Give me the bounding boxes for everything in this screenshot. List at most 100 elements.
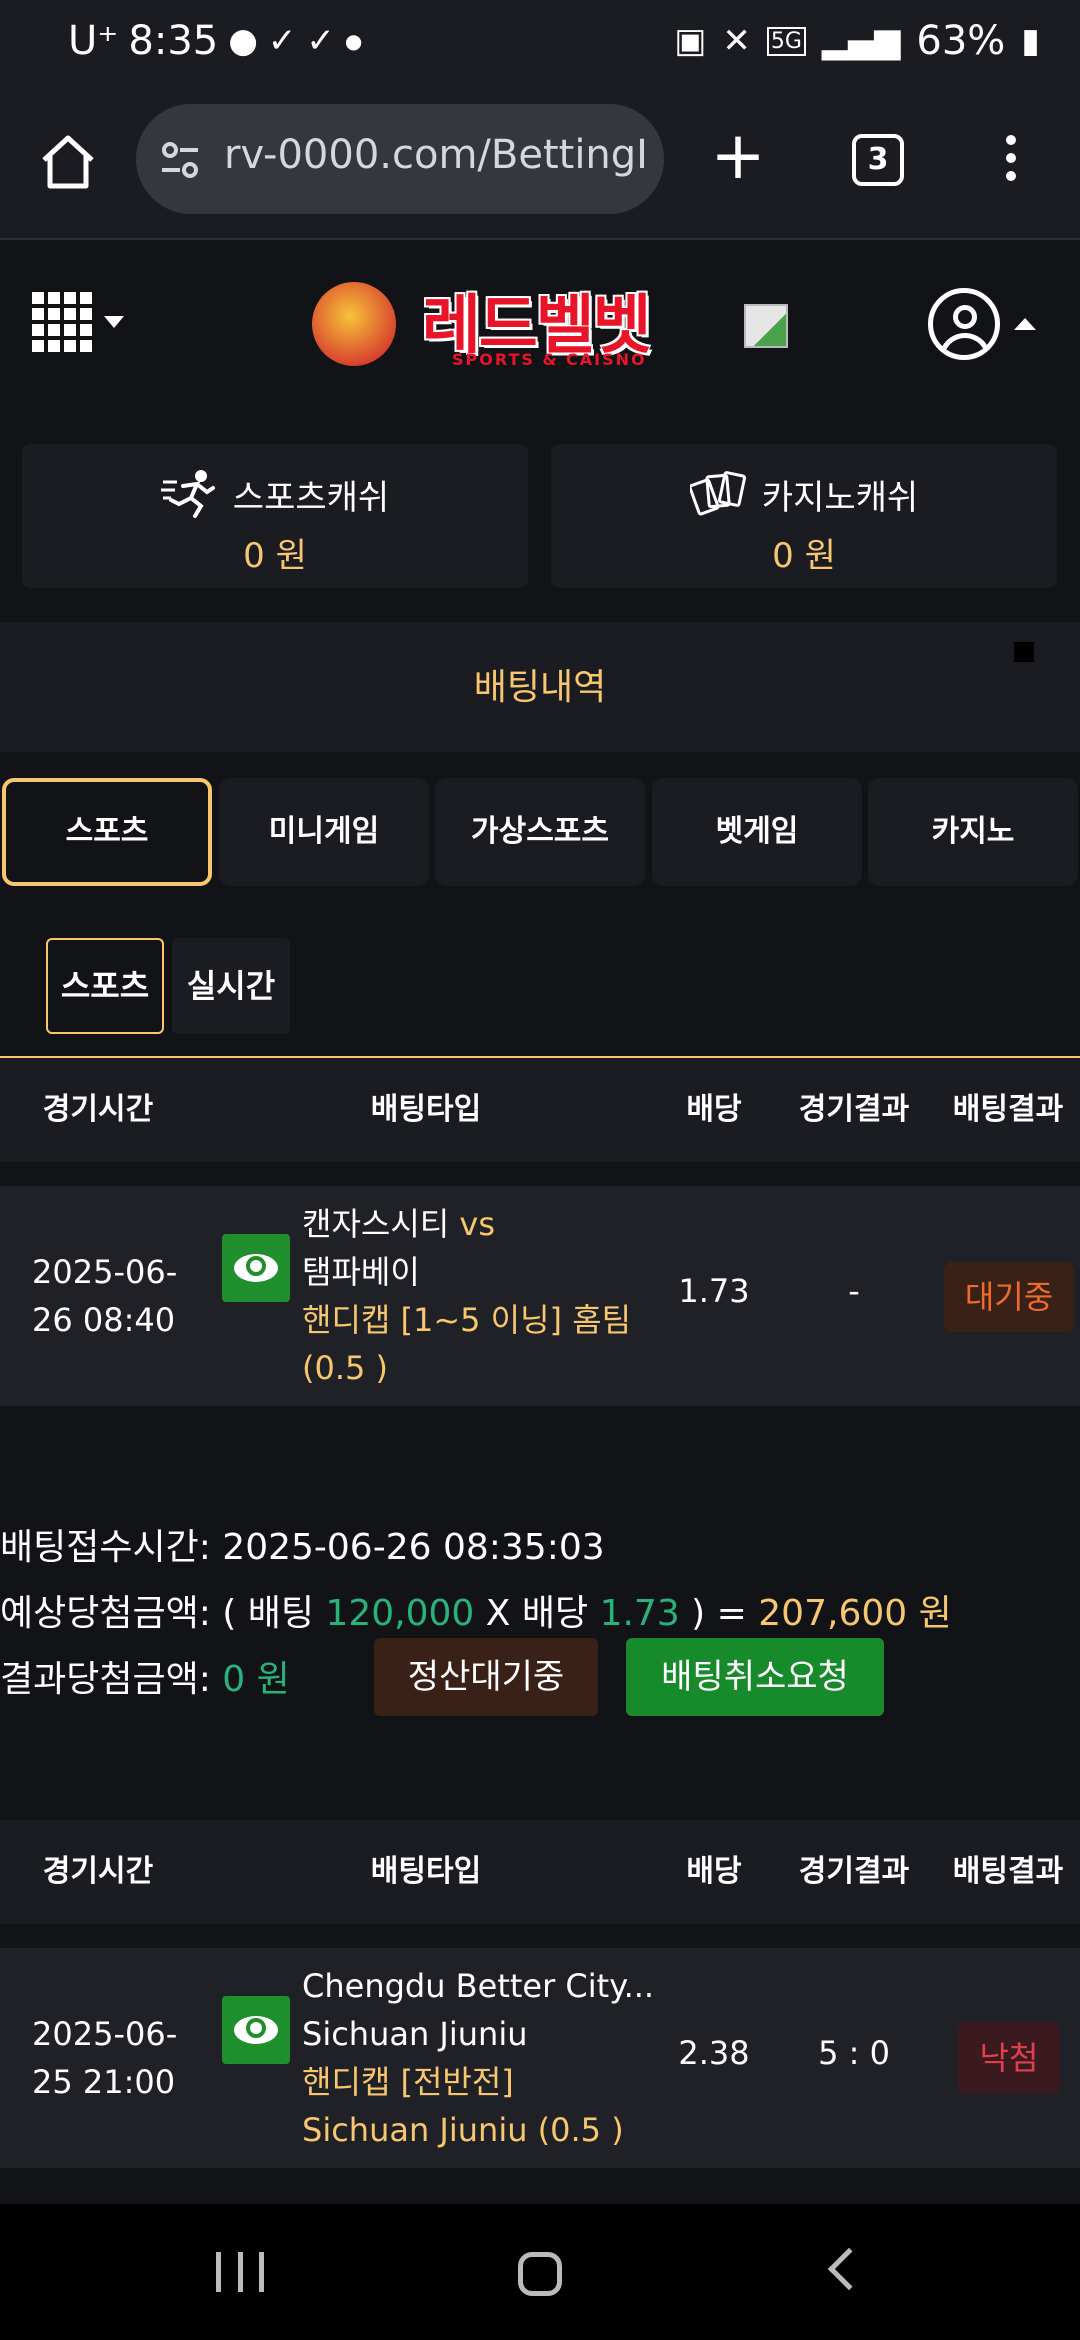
tab-casino[interactable]: 카지노	[868, 778, 1078, 886]
status-badge: 낙첨	[958, 2022, 1060, 2094]
more-menu-icon[interactable]	[996, 130, 1026, 194]
result-amount: 0 원	[222, 1659, 290, 1700]
casino-cash-value: 0 원	[772, 536, 836, 576]
status-badge: 대기중	[944, 1262, 1074, 1332]
site-header: 레드벨벳 SPORTS & CAISNO	[0, 242, 1080, 422]
status-bar: U⁺ 8:35 ● ✓ ✓ ● ▣ ✕ 5G ▂▄▆ 63% ▮	[0, 0, 1080, 90]
tab-switcher-button[interactable]: 3	[852, 134, 904, 186]
site-settings-icon[interactable]	[158, 138, 202, 182]
subtab-live[interactable]: 실시간	[172, 938, 290, 1034]
game-date: 2025-06-	[32, 1253, 178, 1291]
signal-icon: ▂▄▆	[821, 21, 901, 61]
col-bet-type: 배팅타입	[370, 1854, 482, 1889]
col-bet-result: 배팅결과	[952, 1854, 1064, 1889]
casino-cash-card: 카지노캐쉬 0 원	[551, 444, 1057, 588]
table-header: 경기시간 배팅타입 배당 경기결과 배팅결과	[0, 1820, 1080, 1924]
accept-time-line: 배팅접수시간: 2025-06-26 08:35:03	[0, 1518, 605, 1570]
game-hour: 25 21:00	[32, 2063, 176, 2101]
status-left: U⁺ 8:35 ● ✓ ✓ ●	[68, 18, 362, 64]
logo-emblem	[312, 282, 396, 366]
grid-menu-icon[interactable]	[32, 292, 92, 352]
table-header: 경기시간 배팅타입 배당 경기결과 배팅결과	[0, 1058, 1080, 1162]
cards-icon	[689, 471, 746, 516]
view-eye-icon[interactable]	[222, 1996, 290, 2064]
address-bar[interactable]: rv-0000.com/BettingH	[136, 104, 664, 214]
summary-odds: 1.73	[599, 1593, 680, 1634]
table-row: 2025-06- 26 08:40 캔자스시티 vs 탬파베이 핸디캡 [1~5…	[0, 1186, 1080, 1406]
caret-up-icon[interactable]	[1014, 318, 1036, 330]
col-game-result: 경기결과	[798, 1854, 910, 1889]
broken-image-icon	[744, 304, 788, 348]
sports-cash-card: 스포츠캐쉬 0 원	[22, 444, 528, 588]
vs-label: vs	[459, 1205, 495, 1243]
carrier-label: U⁺	[68, 18, 119, 64]
away-team: Sichuan Jiuniu	[302, 2015, 528, 2053]
tab-sports[interactable]: 스포츠	[2, 778, 212, 886]
status-right: ▣ ✕ 5G ▂▄▆ 63% ▮	[674, 18, 1040, 64]
clock: 8:35	[128, 18, 219, 64]
home-icon[interactable]	[36, 130, 100, 194]
market-line: (0.5 )	[302, 1349, 389, 1387]
casino-cash-label: 카지노캐쉬	[761, 477, 919, 518]
bet-detail: 캔자스시티 vs 탬파베이 핸디캡 [1~5 이닝] 홈팀 (0.5 )	[302, 1200, 642, 1392]
col-odds: 배당	[686, 1854, 742, 1889]
game-time: 2025-06- 26 08:40	[32, 1248, 177, 1344]
tab-betgame[interactable]: 벳게임	[652, 778, 862, 886]
col-bet-type: 배팅타입	[370, 1092, 482, 1127]
bet-detail: Chengdu Better City... Sichuan Jiuniu 핸디…	[302, 1962, 655, 2154]
battery-icon: ▮	[1021, 21, 1040, 61]
market-name: 핸디캡 [1~5 이닝] 홈팀	[302, 1301, 632, 1339]
check-icon: ✓	[306, 21, 335, 61]
page-title-bar: 배팅내역	[0, 622, 1080, 752]
logo-subtitle: SPORTS & CAISNO	[452, 350, 647, 369]
caret-down-icon[interactable]	[104, 316, 124, 328]
expected-amount: 207,600 원	[758, 1593, 952, 1634]
decorative-square	[1014, 642, 1034, 662]
table-row: 2025-06- 25 21:00 Chengdu Better City...…	[0, 1948, 1080, 2168]
tab-virtual-sports[interactable]: 가상스포츠	[435, 778, 645, 886]
recent-apps-icon[interactable]	[216, 2252, 264, 2292]
odds-value: 2.38	[678, 2034, 750, 2072]
col-game-time: 경기시간	[42, 1854, 154, 1889]
battery-saver-icon: ▣	[674, 21, 707, 61]
chat-bubble-icon: ●	[228, 21, 258, 61]
market-line: Sichuan Jiuniu (0.5 )	[302, 2111, 624, 2149]
bet-amount: 120,000	[325, 1593, 475, 1634]
result-win-line: 결과당첨금액: 0 원	[0, 1650, 290, 1702]
site-logo[interactable]: 레드벨벳 SPORTS & CAISNO	[312, 264, 657, 379]
check-icon: ✓	[267, 21, 297, 61]
accept-time-value: 2025-06-26 08:35:03	[222, 1527, 605, 1568]
dot-icon: ●	[344, 29, 363, 53]
away-team: 탬파베이	[302, 1253, 420, 1291]
game-time: 2025-06- 25 21:00	[32, 2010, 177, 2106]
odds-value: 1.73	[678, 1272, 750, 1310]
new-tab-icon[interactable]: +	[706, 123, 770, 190]
running-icon	[160, 470, 215, 518]
mute-icon: ✕	[722, 21, 751, 61]
col-bet-result: 배팅결과	[952, 1092, 1064, 1127]
home-team: Chengdu Better City...	[302, 1967, 655, 2005]
tab-minigame[interactable]: 미니게임	[219, 778, 429, 886]
home-button-icon[interactable]	[518, 2252, 562, 2296]
market-name: 핸디캡 [전반전]	[302, 2063, 514, 2101]
col-game-result: 경기결과	[798, 1092, 910, 1127]
sports-cash-value: 0 원	[243, 536, 307, 576]
subtab-sports[interactable]: 스포츠	[46, 938, 164, 1034]
user-account-icon[interactable]	[928, 288, 1000, 360]
game-hour: 26 08:40	[32, 1301, 176, 1339]
back-icon[interactable]	[827, 2247, 871, 2291]
expected-win-line: 예상당첨금액: ( 배팅 120,000 X 배당 1.73 ) = 207,6…	[0, 1584, 952, 1636]
browser-toolbar: rv-0000.com/BettingH + 3	[0, 90, 1080, 240]
cancel-bet-button[interactable]: 배팅취소요청	[626, 1638, 884, 1716]
network-5g-icon: 5G	[766, 26, 806, 56]
view-eye-icon[interactable]	[222, 1234, 290, 1302]
url-text[interactable]: rv-0000.com/BettingH	[224, 132, 644, 178]
battery-percent: 63%	[916, 18, 1006, 64]
result-label: 결과당첨금액:	[0, 1659, 223, 1700]
game-result: -	[848, 1272, 860, 1310]
game-result: 5 : 0	[818, 2034, 890, 2072]
equals-label: ) =	[679, 1593, 759, 1634]
settle-pending-button[interactable]: 정산대기중	[374, 1638, 598, 1716]
system-nav-bar	[0, 2204, 1080, 2340]
home-team: 캔자스시티	[302, 1205, 450, 1243]
